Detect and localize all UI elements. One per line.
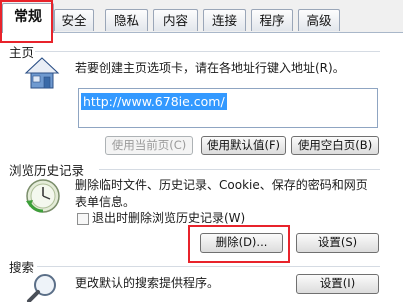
home-icon <box>24 55 60 91</box>
use-current-button[interactable]: 使用当前页(C) <box>105 136 193 155</box>
tab-content[interactable]: 内容 <box>153 9 198 31</box>
homepage-url-input[interactable]: http://www.678ie.com/ <box>78 88 378 128</box>
search-magnifier-icon <box>26 272 60 303</box>
tab-connections[interactable]: 连接 <box>203 9 246 31</box>
homepage-description: 若要创建主页选项卡，请在各地址行键入地址(R)。 <box>75 61 345 75</box>
use-blank-button[interactable]: 使用空白页(B) <box>291 136 379 155</box>
tab-security[interactable]: 安全 <box>54 9 94 31</box>
history-divider <box>99 169 380 170</box>
delete-on-exit-label: 退出时删除浏览历史记录(W) <box>92 211 246 225</box>
history-clock-icon <box>24 177 62 215</box>
tab-advanced[interactable]: 高级 <box>298 9 340 31</box>
delete-on-exit-checkbox[interactable] <box>77 213 89 225</box>
history-description-line2: 表单信息。 <box>75 195 136 209</box>
tab-privacy[interactable]: 隐私 <box>105 9 148 31</box>
history-settings-button[interactable]: 设置(S) <box>296 233 379 253</box>
tab-general[interactable]: 常规 <box>2 3 54 33</box>
history-description-line1: 删除临时文件、历史记录、Cookie、保存的密码和网页 <box>75 178 368 192</box>
delete-history-button[interactable]: 删除(D)... <box>200 233 283 253</box>
tab-bar: 常规 安全 隐私 内容 连接 程序 高级 <box>0 0 403 33</box>
search-divider <box>37 266 380 267</box>
search-description: 更改默认的搜索提供程序。 <box>75 276 220 290</box>
homepage-url-text: http://www.678ie.com/ <box>81 93 227 110</box>
search-settings-button[interactable]: 设置(I) <box>296 274 379 294</box>
tab-programs[interactable]: 程序 <box>251 9 293 31</box>
use-default-button[interactable]: 使用默认值(F) <box>201 136 286 155</box>
homepage-divider <box>35 51 380 52</box>
